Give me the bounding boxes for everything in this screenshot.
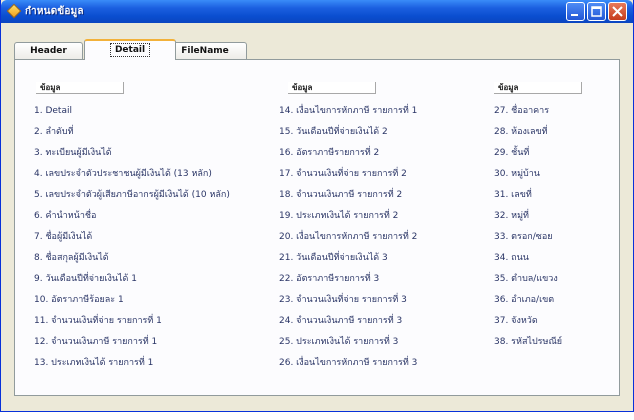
- field-item[interactable]: 2. ลำดับที่: [34, 125, 74, 139]
- tab-detail-label: Detail: [109, 43, 151, 57]
- field-item[interactable]: 21. วันเดือนปีที่จ่ายเงินได้ 3: [279, 251, 388, 265]
- column-header-3[interactable]: ข้อมูล: [494, 82, 582, 94]
- field-item[interactable]: 12. จำนวนเงินภาษี รายการที่ 1: [34, 335, 157, 349]
- field-item[interactable]: 26. เงื่อนไขการหักภาษี รายการที่ 3: [279, 356, 417, 370]
- minimize-icon: [571, 14, 578, 16]
- field-item[interactable]: 25. ประเภทเงินได้ รายการที่ 3: [279, 335, 398, 349]
- maximize-icon: [591, 6, 602, 17]
- dialog-window: กำหนดข้อมูล Header Detail FileName ข้อมู…: [0, 0, 634, 412]
- field-item[interactable]: 36. อำเภอ/เขต: [494, 293, 554, 307]
- title-bar[interactable]: กำหนดข้อมูล: [1, 0, 633, 23]
- field-item[interactable]: 6. คำนำหน้าชื่อ: [34, 209, 96, 223]
- field-item[interactable]: 22. อัตราภาษีรายการที่ 3: [279, 272, 379, 286]
- field-item[interactable]: 32. หมู่ที่: [494, 209, 529, 223]
- window-title: กำหนดข้อมูล: [25, 6, 84, 17]
- field-item[interactable]: 16. อัตราภาษีรายการที่ 2: [279, 146, 379, 160]
- field-item[interactable]: 1. Detail: [34, 104, 72, 118]
- field-item[interactable]: 30. หมู่บ้าน: [494, 167, 540, 181]
- field-item[interactable]: 9. วันเดือนปีที่จ่ายเงินได้ 1: [34, 272, 137, 286]
- close-icon: [612, 6, 623, 17]
- minimize-button[interactable]: [566, 2, 585, 21]
- tab-detail[interactable]: Detail: [84, 39, 176, 60]
- field-item[interactable]: 14. เงื่อนไขการหักภาษี รายการที่ 1: [279, 104, 417, 118]
- field-item[interactable]: 5. เลขประจำตัวผู้เสียภาษีอากรผู้มีเงินได…: [34, 188, 230, 202]
- column-header-2[interactable]: ข้อมูล: [288, 82, 376, 94]
- field-item[interactable]: 18. จำนวนเงินภาษี รายการที่ 2: [279, 188, 402, 202]
- field-item[interactable]: 15. วันเดือนปีที่จ่ายเงินได้ 2: [279, 125, 388, 139]
- field-item[interactable]: 34. ถนน: [494, 251, 529, 265]
- field-item[interactable]: 23. จำนวนเงินที่จ่าย รายการที่ 3: [279, 293, 407, 307]
- field-item[interactable]: 35. ตำบล/แขวง: [494, 272, 558, 286]
- field-item[interactable]: 10. อัตราภาษีร้อยละ 1: [34, 293, 124, 307]
- field-item[interactable]: 33. ตรอก/ซอย: [494, 230, 553, 244]
- tab-header[interactable]: Header: [14, 42, 83, 60]
- field-item[interactable]: 8. ชื่อสกุลผู้มีเงินได้: [34, 251, 109, 265]
- maximize-button[interactable]: [587, 2, 606, 21]
- field-item[interactable]: 24. จำนวนเงินภาษี รายการที่ 3: [279, 314, 402, 328]
- field-item[interactable]: 20. เงื่อนไขการหักภาษี รายการที่ 2: [279, 230, 417, 244]
- field-item[interactable]: 19. ประเภทเงินได้ รายการที่ 2: [279, 209, 398, 223]
- field-item[interactable]: 3. ทะเบียนผู้มีเงินได้: [34, 146, 112, 160]
- field-item[interactable]: 29. ชั้นที่: [494, 146, 529, 160]
- close-button[interactable]: [608, 2, 627, 21]
- field-item[interactable]: 11. จำนวนเงินที่จ่าย รายการที่ 1: [34, 314, 162, 328]
- field-item[interactable]: 38. รหัสไปรษณีย์: [494, 335, 562, 349]
- field-item[interactable]: 7. ชื่อผู้มีเงินได้: [34, 230, 92, 244]
- detail-panel: ข้อมูล ข้อมูล ข้อมูล 1. Detail 2. ลำดับท…: [14, 59, 620, 396]
- field-item[interactable]: 4. เลขประจำตัวประชาชนผู้มีเงินได้ (13 หล…: [34, 167, 212, 181]
- field-item[interactable]: 31. เลขที่: [494, 188, 532, 202]
- app-icon: [6, 3, 22, 19]
- field-item[interactable]: 28. ห้องเลขที่: [494, 125, 548, 139]
- field-item[interactable]: 13. ประเภทเงินได้ รายการที่ 1: [34, 356, 153, 370]
- field-item[interactable]: 37. จังหวัด: [494, 314, 538, 328]
- field-item[interactable]: 17. จำนวนเงินที่จ่าย รายการที่ 2: [279, 167, 407, 181]
- field-item[interactable]: 27. ชื่ออาคาร: [494, 104, 549, 118]
- column-header-1[interactable]: ข้อมูล: [36, 82, 124, 94]
